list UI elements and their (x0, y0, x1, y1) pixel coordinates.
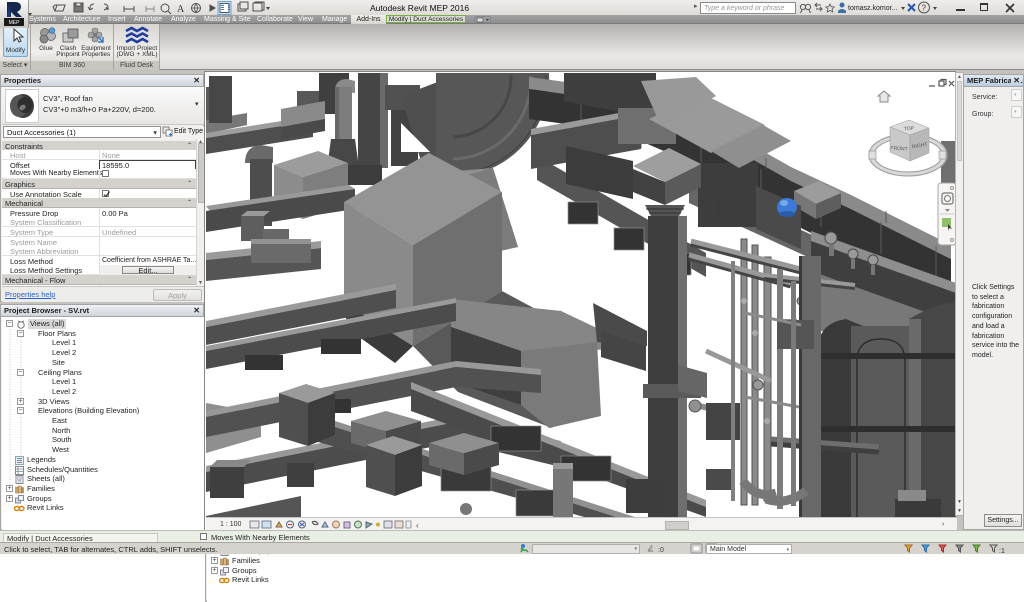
svg-text:A: A (177, 4, 185, 15)
svg-text:FRONT: FRONT (890, 145, 908, 152)
svg-text::0: :0 (658, 547, 664, 554)
svg-text:TOP: TOP (904, 126, 915, 133)
svg-text:tomasz.komor...: tomasz.komor... (848, 5, 897, 12)
svg-text:MEP: MEP (9, 20, 21, 26)
svg-text:‹: ‹ (416, 521, 419, 530)
svg-text:?: ? (922, 4, 927, 13)
